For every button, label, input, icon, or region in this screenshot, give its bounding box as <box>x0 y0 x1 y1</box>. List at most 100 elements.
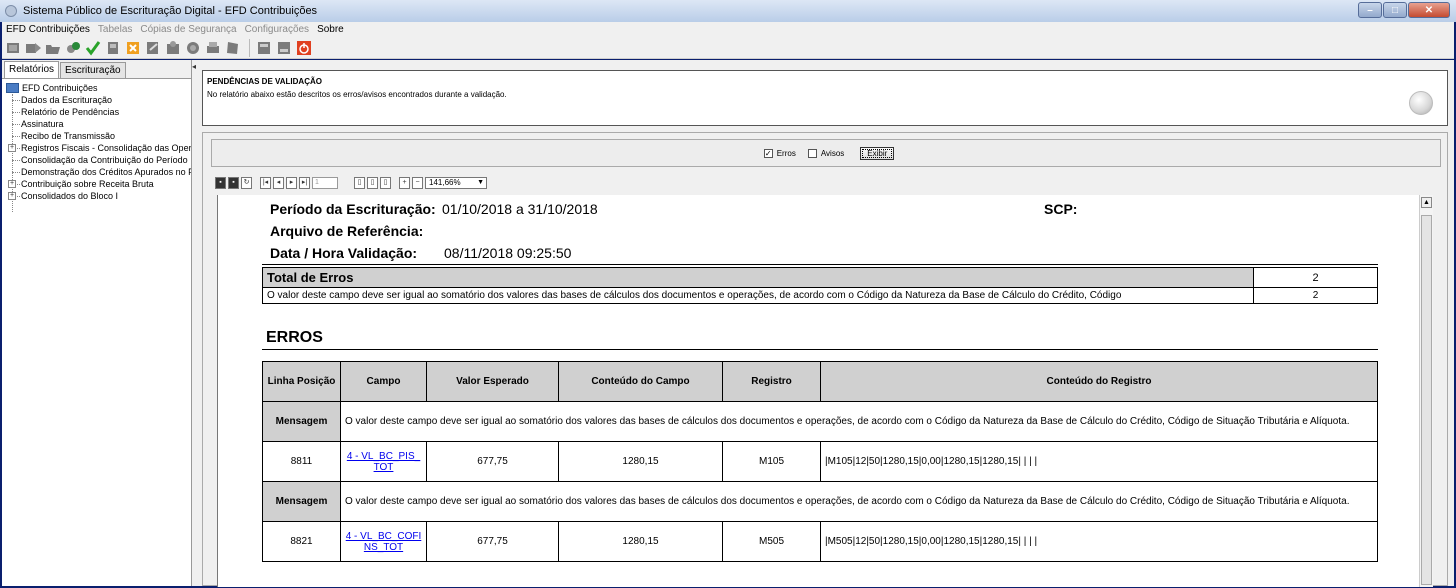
arquivo-label: Arquivo de Referência: <box>270 223 424 239</box>
actual-size-icon[interactable]: ▯ <box>354 177 365 189</box>
col-conteudo-campo: Conteúdo do Campo <box>558 361 723 402</box>
last-page-icon[interactable]: ▸| <box>299 177 310 189</box>
save-icon[interactable] <box>104 39 122 57</box>
vertical-scrollbar[interactable]: ▲ <box>1419 195 1433 587</box>
tree-item-label: Consolidados do Bloco I <box>21 191 119 201</box>
zoom-in-icon[interactable]: + <box>399 177 410 189</box>
window-title: Sistema Público de Escrituração Digital … <box>23 5 318 17</box>
checkbox-checked-icon: ✓ <box>763 148 773 158</box>
cell-registro: M505 <box>722 521 821 562</box>
table-row: 8821 4 - VL_BC_COFINS_TOT 677,75 1280,15… <box>262 521 1378 562</box>
data-validacao-value: 08/11/2018 09:25:50 <box>444 245 572 261</box>
cell-conteudo-registro: |M105|12|50|1280,15|0,00|1280,15|1280,15… <box>820 441 1378 482</box>
tree-item-contribuicao-receita-bruta[interactable]: + Contribuição sobre Receita Bruta <box>2 178 191 190</box>
col-campo: Campo <box>340 361 427 402</box>
save-report-icon[interactable]: ▪ <box>215 177 226 189</box>
menu-efd-contribuicoes[interactable]: EFD Contribuições <box>6 24 90 35</box>
refresh-icon[interactable]: ↻ <box>241 177 252 189</box>
page-number-input[interactable]: 1 <box>312 177 338 189</box>
zoom-select[interactable]: 141,66% <box>425 177 487 189</box>
printer-icon[interactable] <box>204 39 222 57</box>
collapse-arrow-icon[interactable]: ◂ <box>192 62 196 71</box>
maximize-button[interactable]: □ <box>1383 2 1407 18</box>
campo-link[interactable]: 4 - VL_BC_PIS_TOT <box>345 451 422 473</box>
col-valor-esperado: Valor Esperado <box>426 361 559 402</box>
next-page-icon[interactable]: ▸ <box>286 177 297 189</box>
transmit-icon[interactable] <box>164 39 182 57</box>
col-linha-posicao: Linha Posição <box>262 361 341 402</box>
toolbar-separator <box>249 38 250 57</box>
total-erros-value: 2 <box>1253 267 1378 288</box>
minimize-button[interactable]: – <box>1358 2 1382 18</box>
campo-link[interactable]: 4 - VL_BC_COFINS_TOT <box>345 531 422 553</box>
sign-icon[interactable] <box>144 39 162 57</box>
delete-icon[interactable] <box>124 39 142 57</box>
backup-icon[interactable] <box>275 39 293 57</box>
error-message: O valor deste campo deve ser igual ao so… <box>340 481 1378 522</box>
receipt-icon[interactable] <box>184 39 202 57</box>
tree-item-registros-fiscais[interactable]: + Registros Fiscais - Consolidação das Op… <box>2 142 191 154</box>
scp-label: SCP: <box>1044 201 1078 217</box>
tree-item-dados-escrituracao[interactable]: Dados da Escrituração <box>2 94 191 106</box>
scroll-thumb[interactable] <box>1421 215 1432 585</box>
tab-escrituracao[interactable]: Escrituração <box>60 62 126 78</box>
periodo-value: 01/10/2018 a 31/10/2018 <box>442 201 598 217</box>
tree-item-consolidados-bloco-i[interactable]: + Consolidados do Bloco I <box>2 190 191 202</box>
exit-icon[interactable] <box>295 39 313 57</box>
scroll-up-icon[interactable]: ▲ <box>1421 197 1432 208</box>
pendencias-title: PENDÊNCIAS DE VALIDAÇÃO <box>207 77 322 86</box>
report-tree: EFD Contribuições Dados da Escrituração … <box>2 79 191 212</box>
fit-page-icon[interactable]: ▯ <box>367 177 378 189</box>
import-icon[interactable] <box>24 39 42 57</box>
tree-item-recibo-transmissao[interactable]: Recibo de Transmissão <box>2 130 191 142</box>
sidebar-tabs: Relatórios Escrituração <box>2 60 191 79</box>
validate-icon[interactable] <box>84 39 102 57</box>
tab-relatorios[interactable]: Relatórios <box>4 61 60 78</box>
previous-page-icon[interactable]: ◂ <box>273 177 284 189</box>
table-row: 8811 4 - VL_BC_PIS_TOT 677,75 1280,15 M1… <box>262 441 1378 482</box>
close-button[interactable]: ✕ <box>1408 2 1450 18</box>
title-bar[interactable]: Sistema Público de Escrituração Digital … <box>0 0 1456 22</box>
expand-icon[interactable]: + <box>8 144 16 152</box>
cell-linha: 8811 <box>262 441 341 482</box>
expand-icon[interactable]: + <box>8 192 16 200</box>
tree-root[interactable]: EFD Contribuições <box>2 82 191 94</box>
menu-tabelas[interactable]: Tabelas <box>98 24 132 35</box>
tree-item-assinatura[interactable]: Assinatura <box>2 118 191 130</box>
new-icon[interactable] <box>4 39 22 57</box>
certificate-icon[interactable] <box>64 39 82 57</box>
cell-conteudo-registro: |M505|12|50|1280,15|0,00|1280,15|1280,15… <box>820 521 1378 562</box>
tree-item-label: Contribuição sobre Receita Bruta <box>21 179 154 189</box>
avisos-checkbox[interactable]: Avisos <box>807 148 844 158</box>
menu-configuracoes[interactable]: Configurações <box>245 24 309 35</box>
tree-item-consolidacao-contribuicao[interactable]: Consolidação da Contribuição do Período <box>2 154 191 166</box>
pane-splitter[interactable]: ◂ <box>192 60 200 586</box>
binder-icon[interactable] <box>224 39 242 57</box>
error-message: O valor deste campo deve ser igual ao so… <box>340 401 1378 442</box>
erros-checkbox[interactable]: ✓ Erros <box>763 148 796 158</box>
zoom-out-icon[interactable]: − <box>412 177 423 189</box>
fit-width-icon[interactable]: ▯ <box>380 177 391 189</box>
menu-bar: EFD Contribuições Tabelas Cópias de Segu… <box>2 22 1454 37</box>
tree-item-demonstracao-creditos[interactable]: Demonstração dos Créditos Apurados no Pe… <box>2 166 191 178</box>
first-page-icon[interactable]: |◂ <box>260 177 271 189</box>
close-file-icon[interactable] <box>255 39 273 57</box>
sped-logo-icon <box>1409 91 1433 115</box>
cell-linha: 8821 <box>262 521 341 562</box>
menu-sobre[interactable]: Sobre <box>317 24 344 35</box>
cell-valor-esperado: 677,75 <box>426 521 559 562</box>
col-registro: Registro <box>722 361 821 402</box>
expand-icon[interactable]: + <box>8 180 16 188</box>
menu-copias-seguranca[interactable]: Cópias de Segurança <box>140 24 236 35</box>
erros-title: ERROS <box>266 329 323 346</box>
print-report-icon[interactable]: ▪ <box>228 177 239 189</box>
total-erros-label: Total de Erros <box>262 267 1254 288</box>
exibir-button[interactable]: Exibir <box>860 146 895 160</box>
book-icon <box>6 83 19 93</box>
report-document: Período da Escrituração: 01/10/2018 a 31… <box>217 195 1419 587</box>
filter-bar: ✓ Erros Avisos Exibir <box>211 139 1441 167</box>
tree-item-relatorio-pendencias[interactable]: Relatório de Pendências <box>2 106 191 118</box>
periodo-label: Período da Escrituração: <box>270 201 436 217</box>
checkbox-empty-icon <box>807 148 817 158</box>
open-icon[interactable] <box>44 39 62 57</box>
